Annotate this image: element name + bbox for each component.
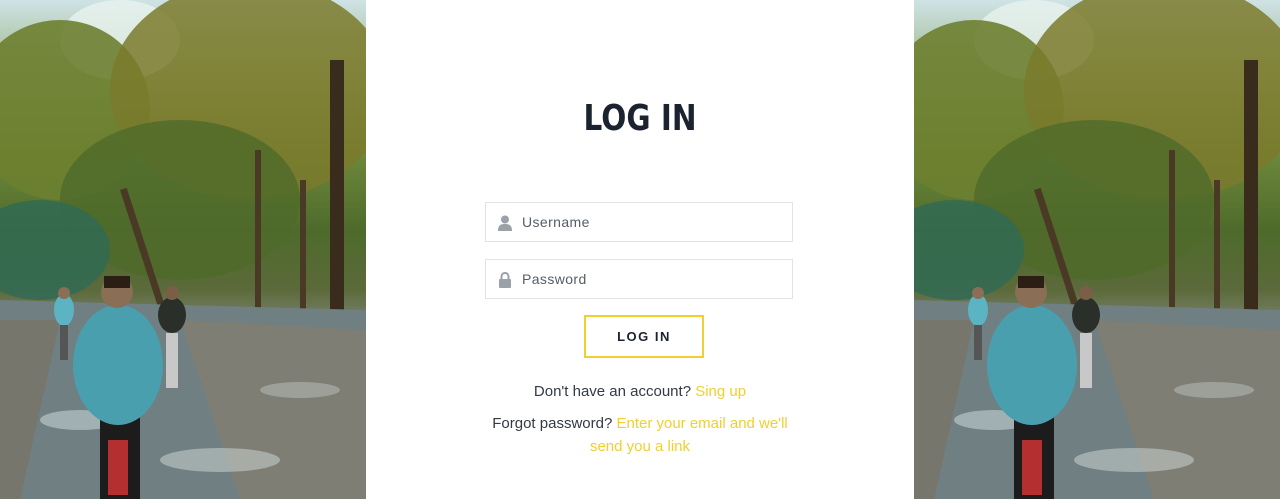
signup-link[interactable]: Sing up <box>695 383 746 400</box>
login-panel: LOG IN LOG IN Don't have an account? Sin… <box>366 0 914 499</box>
forgot-password-line: Forgot password? Enter your email and we… <box>485 412 795 458</box>
login-button[interactable]: LOG IN <box>584 315 704 358</box>
username-field[interactable] <box>485 202 793 242</box>
cyclists-park-illustration <box>914 0 1280 499</box>
lock-icon <box>499 272 511 288</box>
signup-prompt: Don't have an account? <box>533 383 692 400</box>
forgot-password-link[interactable]: Enter your email and we'll send you a li… <box>590 415 788 455</box>
forgot-password-prompt: Forgot password? <box>492 415 613 432</box>
user-icon <box>498 215 512 231</box>
username-input[interactable] <box>522 203 782 241</box>
signup-line: Don't have an account? Sing up <box>485 380 795 403</box>
background-photo-left <box>0 0 366 499</box>
password-input[interactable] <box>522 260 782 298</box>
cyclists-park-illustration <box>0 0 366 499</box>
login-title: LOG IN <box>583 98 697 139</box>
password-field[interactable] <box>485 259 793 299</box>
background-photo-right <box>914 0 1280 499</box>
